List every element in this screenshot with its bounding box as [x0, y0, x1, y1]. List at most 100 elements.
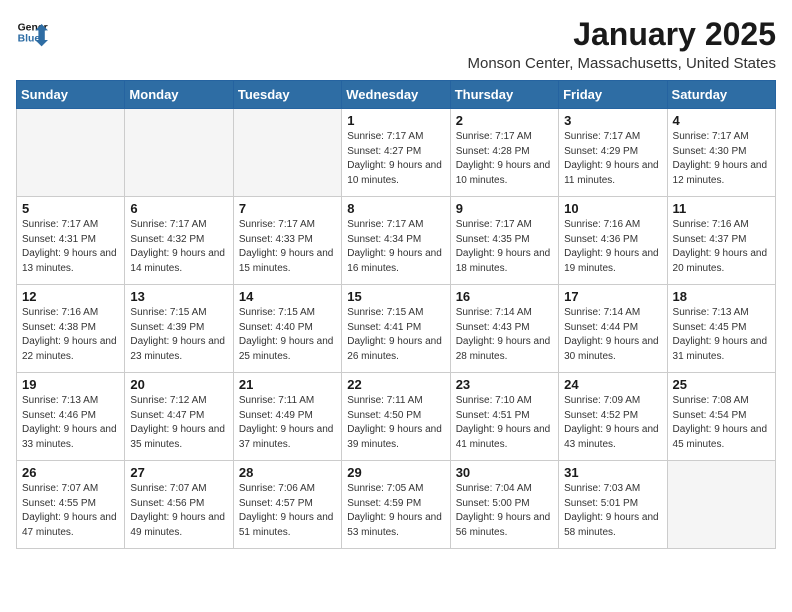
- day-number: 31: [564, 465, 661, 480]
- day-info: Sunrise: 7:14 AMSunset: 4:43 PMDaylight:…: [456, 306, 553, 364]
- day-info: Sunrise: 7:15 AMSunset: 4:40 PMDaylight:…: [239, 306, 336, 364]
- day-info: Sunrise: 7:12 AMSunset: 4:47 PMDaylight:…: [130, 394, 227, 452]
- calendar-day-cell: 10 Sunrise: 7:16 AMSunset: 4:36 PMDayligh…: [559, 197, 667, 285]
- calendar-day-cell: 14 Sunrise: 7:15 AMSunset: 4:40 PMDayligh…: [233, 285, 341, 373]
- day-info: Sunrise: 7:17 AMSunset: 4:28 PMDaylight:…: [456, 130, 553, 188]
- day-info: Sunrise: 7:17 AMSunset: 4:27 PMDaylight:…: [347, 130, 444, 188]
- day-number: 15: [347, 289, 444, 304]
- day-info: Sunrise: 7:15 AMSunset: 4:39 PMDaylight:…: [130, 306, 227, 364]
- calendar-day-cell: 30 Sunrise: 7:04 AMSunset: 5:00 PMDayligh…: [450, 461, 558, 549]
- logo-icon: General Blue: [16, 16, 48, 48]
- day-number: 2: [456, 113, 553, 128]
- day-number: 21: [239, 377, 336, 392]
- day-number: 23: [456, 377, 553, 392]
- day-number: 22: [347, 377, 444, 392]
- calendar-day-cell: 29Sunrise: 7:05 AMSunset: 4:59 PMDayligh…: [342, 461, 450, 549]
- day-info: Sunrise: 7:05 AMSunset: 4:59 PMDaylight:…: [347, 482, 444, 540]
- calendar-day-cell: 20 Sunrise: 7:12 AMSunset: 4:47 PMDayligh…: [125, 373, 233, 461]
- day-number: 18: [673, 289, 770, 304]
- calendar-header-row: SundayMondayTuesdayWednesdayThursdayFrid…: [17, 81, 776, 109]
- calendar-day-cell: 5 Sunrise: 7:17 AMSunset: 4:31 PMDaylight…: [17, 197, 125, 285]
- calendar-day-cell: 13 Sunrise: 7:15 AMSunset: 4:39 PMDayligh…: [125, 285, 233, 373]
- calendar-day-cell: 18 Sunrise: 7:13 AMSunset: 4:45 PMDayligh…: [667, 285, 775, 373]
- calendar-day-cell: 15 Sunrise: 7:15 AMSunset: 4:41 PMDayligh…: [342, 285, 450, 373]
- day-info: Sunrise: 7:08 AMSunset: 4:54 PMDaylight:…: [673, 394, 770, 452]
- day-info: Sunrise: 7:16 AMSunset: 4:36 PMDaylight:…: [564, 218, 661, 276]
- calendar-day-cell: 12 Sunrise: 7:16 AMSunset: 4:38 PMDayligh…: [17, 285, 125, 373]
- day-info: Sunrise: 7:17 AMSunset: 4:33 PMDaylight:…: [239, 218, 336, 276]
- calendar-week-row: 1 Sunrise: 7:17 AMSunset: 4:27 PMDaylight…: [17, 109, 776, 197]
- title-section: January 2025 Monson Center, Massachusett…: [468, 16, 777, 72]
- day-number: 7: [239, 201, 336, 216]
- calendar-day-cell: 17Sunrise: 7:14 AMSunset: 4:44 PMDayligh…: [559, 285, 667, 373]
- day-of-week-header: Monday: [125, 81, 233, 109]
- day-info: Sunrise: 7:09 AMSunset: 4:52 PMDaylight:…: [564, 394, 661, 452]
- day-number: 28: [239, 465, 336, 480]
- day-info: Sunrise: 7:16 AMSunset: 4:37 PMDaylight:…: [673, 218, 770, 276]
- calendar-day-cell: 6 Sunrise: 7:17 AMSunset: 4:32 PMDaylight…: [125, 197, 233, 285]
- day-number: 3: [564, 113, 661, 128]
- day-info: Sunrise: 7:13 AMSunset: 4:45 PMDaylight:…: [673, 306, 770, 364]
- day-number: 20: [130, 377, 227, 392]
- day-of-week-header: Saturday: [667, 81, 775, 109]
- day-number: 16: [456, 289, 553, 304]
- calendar-day-cell: 1 Sunrise: 7:17 AMSunset: 4:27 PMDaylight…: [342, 109, 450, 197]
- day-info: Sunrise: 7:15 AMSunset: 4:41 PMDaylight:…: [347, 306, 444, 364]
- day-info: Sunrise: 7:17 AMSunset: 4:32 PMDaylight:…: [130, 218, 227, 276]
- calendar-day-cell: 19Sunrise: 7:13 AMSunset: 4:46 PMDayligh…: [17, 373, 125, 461]
- calendar-day-cell: 21 Sunrise: 7:11 AMSunset: 4:49 PMDayligh…: [233, 373, 341, 461]
- calendar-week-row: 5 Sunrise: 7:17 AMSunset: 4:31 PMDaylight…: [17, 197, 776, 285]
- calendar-day-cell: 25 Sunrise: 7:08 AMSunset: 4:54 PMDayligh…: [667, 373, 775, 461]
- calendar-week-row: 12 Sunrise: 7:16 AMSunset: 4:38 PMDayligh…: [17, 285, 776, 373]
- day-info: Sunrise: 7:17 AMSunset: 4:31 PMDaylight:…: [22, 218, 119, 276]
- day-number: 5: [22, 201, 119, 216]
- day-info: Sunrise: 7:07 AMSunset: 4:56 PMDaylight:…: [130, 482, 227, 540]
- calendar-day-cell: 11 Sunrise: 7:16 AMSunset: 4:37 PMDayligh…: [667, 197, 775, 285]
- calendar-day-cell: 9 Sunrise: 7:17 AMSunset: 4:35 PMDaylight…: [450, 197, 558, 285]
- calendar-week-row: 26Sunrise: 7:07 AMSunset: 4:55 PMDayligh…: [17, 461, 776, 549]
- calendar-day-cell: [125, 109, 233, 197]
- day-info: Sunrise: 7:16 AMSunset: 4:38 PMDaylight:…: [22, 306, 119, 364]
- calendar-day-cell: 8 Sunrise: 7:17 AMSunset: 4:34 PMDaylight…: [342, 197, 450, 285]
- day-info: Sunrise: 7:11 AMSunset: 4:50 PMDaylight:…: [347, 394, 444, 452]
- day-number: 8: [347, 201, 444, 216]
- day-info: Sunrise: 7:11 AMSunset: 4:49 PMDaylight:…: [239, 394, 336, 452]
- svg-text:Blue: Blue: [18, 34, 41, 45]
- day-of-week-header: Sunday: [17, 81, 125, 109]
- day-number: 24: [564, 377, 661, 392]
- logo: General Blue: [16, 16, 48, 48]
- day-number: 13: [130, 289, 227, 304]
- day-info: Sunrise: 7:17 AMSunset: 4:29 PMDaylight:…: [564, 130, 661, 188]
- day-of-week-header: Friday: [559, 81, 667, 109]
- calendar-day-cell: [233, 109, 341, 197]
- calendar-day-cell: 23Sunrise: 7:10 AMSunset: 4:51 PMDayligh…: [450, 373, 558, 461]
- day-number: 19: [22, 377, 119, 392]
- day-info: Sunrise: 7:07 AMSunset: 4:55 PMDaylight:…: [22, 482, 119, 540]
- calendar-day-cell: [17, 109, 125, 197]
- day-number: 14: [239, 289, 336, 304]
- calendar-day-cell: 4 Sunrise: 7:17 AMSunset: 4:30 PMDaylight…: [667, 109, 775, 197]
- day-number: 6: [130, 201, 227, 216]
- day-number: 1: [347, 113, 444, 128]
- day-number: 12: [22, 289, 119, 304]
- day-info: Sunrise: 7:04 AMSunset: 5:00 PMDaylight:…: [456, 482, 553, 540]
- day-of-week-header: Thursday: [450, 81, 558, 109]
- calendar-day-cell: [667, 461, 775, 549]
- calendar-day-cell: 24 Sunrise: 7:09 AMSunset: 4:52 PMDayligh…: [559, 373, 667, 461]
- day-number: 17: [564, 289, 661, 304]
- day-number: 10: [564, 201, 661, 216]
- day-number: 4: [673, 113, 770, 128]
- calendar-day-cell: 31Sunrise: 7:03 AMSunset: 5:01 PMDayligh…: [559, 461, 667, 549]
- day-number: 11: [673, 201, 770, 216]
- day-number: 25: [673, 377, 770, 392]
- day-info: Sunrise: 7:17 AMSunset: 4:34 PMDaylight:…: [347, 218, 444, 276]
- calendar-week-row: 19Sunrise: 7:13 AMSunset: 4:46 PMDayligh…: [17, 373, 776, 461]
- calendar-day-cell: 16 Sunrise: 7:14 AMSunset: 4:43 PMDayligh…: [450, 285, 558, 373]
- month-title: January 2025: [468, 16, 777, 53]
- day-of-week-header: Tuesday: [233, 81, 341, 109]
- day-info: Sunrise: 7:17 AMSunset: 4:30 PMDaylight:…: [673, 130, 770, 188]
- day-info: Sunrise: 7:17 AMSunset: 4:35 PMDaylight:…: [456, 218, 553, 276]
- day-number: 30: [456, 465, 553, 480]
- calendar-day-cell: 28Sunrise: 7:06 AMSunset: 4:57 PMDayligh…: [233, 461, 341, 549]
- day-number: 9: [456, 201, 553, 216]
